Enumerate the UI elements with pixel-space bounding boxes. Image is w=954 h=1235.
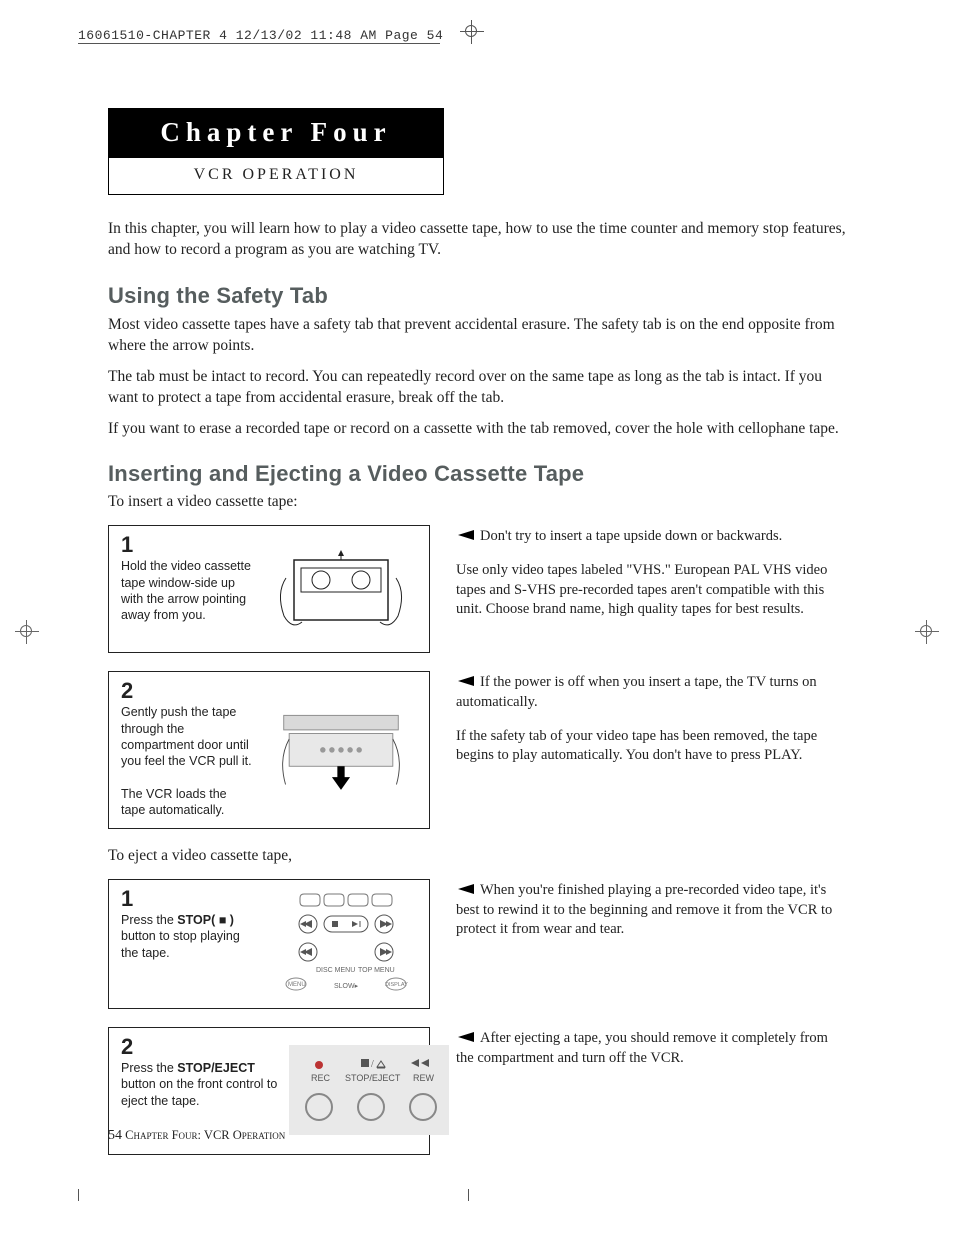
insert-step-2-row: 2 Gently push the tape through the compa… [108, 671, 846, 829]
insert-step-2-body-b: The VCR loads the tape automatically. [121, 787, 227, 817]
insert-lede: To insert a video cassette tape: [108, 493, 846, 511]
svg-text:TOP MENU: TOP MENU [358, 967, 395, 974]
note-auto-play: If the safety tab of your video tape has… [456, 727, 846, 766]
svg-text:MENU: MENU [288, 982, 306, 988]
registration-mark-right [915, 620, 939, 644]
eject-step-1-text: 1 Press the STOP( ■ ) button to stop pla… [121, 888, 253, 998]
eject-step-2-bold: STOP/EJECT [177, 1061, 255, 1075]
safety-tab-p2: The tab must be intact to record. You ca… [108, 367, 846, 409]
crop-mark-top [460, 20, 484, 44]
front-panel-illustration: REC / STOP/EJECT REW [289, 1036, 449, 1144]
arrow-left-icon [456, 884, 474, 894]
note-upside-down: Don't try to insert a tape upside down o… [480, 528, 782, 544]
footer-text: Chapter Four: VCR Operation [122, 1128, 285, 1142]
chapter-banner: Chapter Four VCR OPERATION [108, 108, 444, 195]
note-power-on: If the power is off when you insert a ta… [456, 674, 817, 710]
rew-label: REW [413, 1073, 435, 1083]
step-number: 1 [121, 888, 253, 910]
svg-text:/: / [371, 1059, 374, 1070]
section-heading-insert-eject: Inserting and Ejecting a Video Cassette … [108, 461, 846, 487]
safety-tab-p1: Most video cassette tapes have a safety … [108, 315, 846, 357]
insert-step-1-body: Hold the video cassette tape window-side… [121, 559, 251, 622]
insert-step-2-body-a: Gently push the tape through the compart… [121, 705, 252, 768]
eject-step-2-post: button on the front control to eject the… [121, 1077, 277, 1107]
eject-step-1-row: 1 Press the STOP( ■ ) button to stop pla… [108, 879, 846, 1009]
crop-tick-bottom-left [78, 1189, 79, 1201]
note-vhs-only: Use only video tapes labeled "VHS." Euro… [456, 561, 846, 620]
insert-step-2-notes: If the power is off when you insert a ta… [456, 671, 846, 829]
eject-step-2-pre: Press the [121, 1061, 177, 1075]
eject-step-1-bold: STOP( ■ ) [177, 913, 234, 927]
eject-lede: To eject a video cassette tape, [108, 847, 846, 865]
chapter-subtitle: VCR OPERATION [109, 158, 443, 194]
chapter-intro: In this chapter, you will learn how to p… [108, 219, 846, 261]
cassette-push-illustration [263, 680, 419, 818]
eject-step-1-post: button to stop playing the tape. [121, 929, 240, 959]
registration-mark-left [15, 620, 39, 644]
svg-text:SLOW▸: SLOW▸ [334, 983, 359, 990]
step-number: 2 [121, 1036, 279, 1058]
step-number: 1 [121, 534, 253, 556]
eject-step-1-pre: Press the [121, 913, 177, 927]
chapter-title: Chapter Four [109, 109, 443, 158]
page-number: 54 [108, 1128, 122, 1143]
page-footer: 54 Chapter Four: VCR Operation [108, 1128, 285, 1144]
note-remove-tape: After ejecting a tape, you should remove… [456, 1030, 828, 1066]
eject-step-1-card: 1 Press the STOP( ■ ) button to stop pla… [108, 879, 430, 1009]
arrow-left-icon [456, 676, 474, 686]
insert-step-1-notes: Don't try to insert a tape upside down o… [456, 525, 846, 653]
slug-rule [78, 43, 440, 44]
eject-step-1-notes: When you're finished playing a pre-recor… [456, 879, 846, 1009]
insert-step-1-text: 1 Hold the video cassette tape window-si… [121, 534, 253, 642]
svg-text:DISPLAY: DISPLAY [385, 982, 408, 988]
step-number: 2 [121, 680, 253, 702]
eject-step-2-notes: After ejecting a tape, you should remove… [456, 1027, 846, 1155]
crop-tick-bottom-center [468, 1189, 469, 1201]
insert-step-2-card: 2 Gently push the tape through the compa… [108, 671, 430, 829]
safety-tab-p3: If you want to erase a recorded tape or … [108, 419, 846, 440]
print-slug: 16061510-CHAPTER 4 12/13/02 11:48 AM Pag… [78, 28, 443, 43]
cassette-holding-illustration [263, 534, 419, 642]
svg-text:DISC MENU: DISC MENU [316, 967, 355, 974]
note-rewind: When you're finished playing a pre-recor… [456, 882, 832, 937]
section-heading-safety-tab: Using the Safety Tab [108, 283, 846, 309]
arrow-left-icon [456, 1032, 474, 1042]
insert-step-1-row: 1 Hold the video cassette tape window-si… [108, 525, 846, 653]
insert-step-1-card: 1 Hold the video cassette tape window-si… [108, 525, 430, 653]
arrow-left-icon [456, 530, 474, 540]
stop-eject-label: STOP/EJECT [345, 1073, 401, 1083]
insert-step-2-text: 2 Gently push the tape through the compa… [121, 680, 253, 818]
page-content: Chapter Four VCR OPERATION In this chapt… [108, 108, 846, 1173]
rec-label: REC [311, 1073, 331, 1083]
remote-stop-illustration: DISC MENU TOP MENU SLOW▸ MENU DISPLAY [263, 888, 419, 998]
